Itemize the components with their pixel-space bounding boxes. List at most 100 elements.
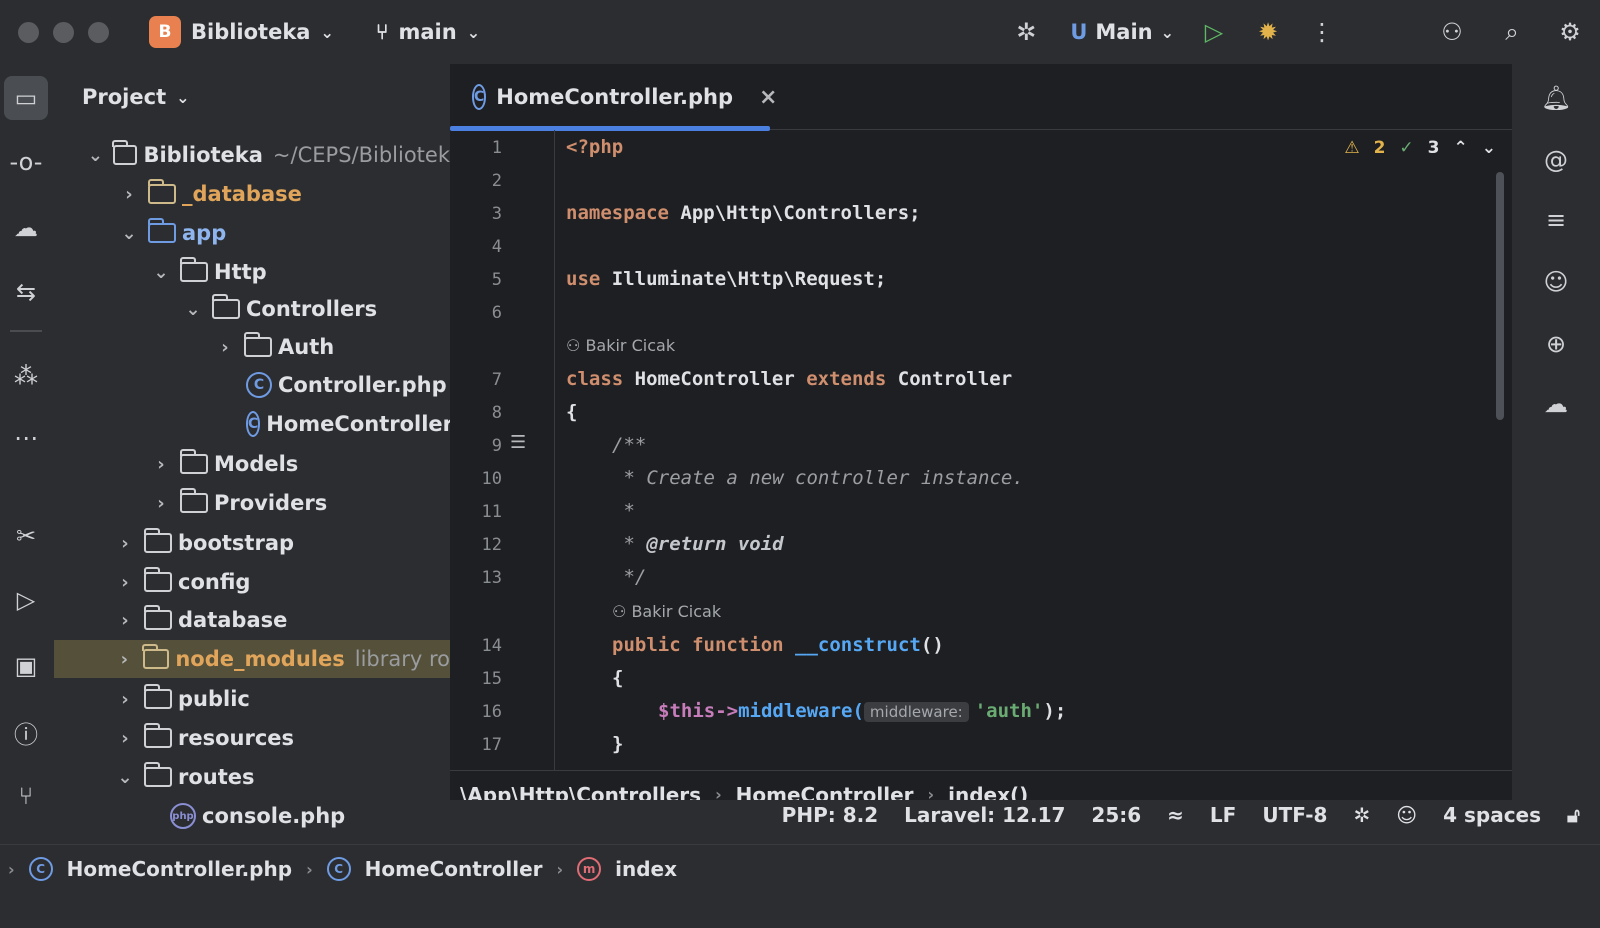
php-version[interactable]: PHP: 8.2 <box>782 803 878 827</box>
terminal-icon[interactable]: ▣ <box>4 644 48 688</box>
tree-item-resources[interactable]: › resources <box>54 719 450 757</box>
expanded-arrow-icon: ⌄ <box>121 222 137 244</box>
run-config-selector[interactable]: U Main ⌄ <box>1070 20 1174 44</box>
gear-icon[interactable]: ⚙ <box>1550 12 1590 52</box>
code-line: * @return void <box>612 533 784 555</box>
doc-comment-icon[interactable]: ☰ <box>510 432 526 453</box>
tree-item-label: routes <box>178 765 255 789</box>
collapsed-arrow-icon: › <box>157 453 165 475</box>
line-separator[interactable]: LF <box>1210 803 1236 827</box>
commit-icon[interactable]: -o- <box>4 140 48 184</box>
close-icon[interactable]: × <box>759 85 777 110</box>
tree-item-label: Http <box>214 260 267 284</box>
collapsed-arrow-icon: › <box>120 648 129 670</box>
build-tools-icon[interactable]: ✂ <box>4 514 48 558</box>
project-panel-header[interactable]: Project ⌄ <box>54 64 450 130</box>
close-window-button[interactable] <box>18 21 39 43</box>
status-class[interactable]: HomeController <box>365 857 543 881</box>
debug-config-icon[interactable]: ✲ <box>1006 12 1046 52</box>
more-options-icon[interactable]: ⋮ <box>1302 12 1342 52</box>
lock-icon[interactable]: 🔓︎ <box>1567 803 1580 827</box>
tree-item-auth[interactable]: › Auth <box>54 328 450 366</box>
tree-item-controllers[interactable]: ⌄ Controllers <box>54 290 450 328</box>
file-encoding[interactable]: UTF-8 <box>1262 803 1327 827</box>
copilot-icon[interactable]: ☺ <box>1396 803 1417 827</box>
code-author-hint[interactable]: ⚇ Bakir Cicak <box>566 336 675 355</box>
status-widgets: PHP: 8.2 Laravel: 12.17 25:6 ≈ LF UTF-8 … <box>782 803 1580 827</box>
tree-item-http[interactable]: ⌄ Http <box>54 253 450 291</box>
tree-item-database[interactable]: › database <box>54 601 450 639</box>
database-icon[interactable]: ≡ <box>1534 198 1578 242</box>
maximize-window-button[interactable] <box>88 21 109 43</box>
code-line: class HomeController extends Controller <box>566 368 1013 390</box>
editor-scrollbar[interactable] <box>1496 172 1504 420</box>
tree-item-models[interactable]: › Models <box>54 445 450 483</box>
folder-icon <box>143 528 172 553</box>
indent-setting[interactable]: 4 spaces <box>1443 803 1541 827</box>
project-switcher[interactable]: B Biblioteka ⌄ <box>149 16 334 48</box>
chevron-right-icon: › <box>8 859 15 879</box>
tree-item-label: bootstrap <box>178 531 295 555</box>
more-tools-icon[interactable]: ⋯ <box>4 416 48 460</box>
laravel-version[interactable]: Laravel: 12.17 <box>904 803 1065 827</box>
copilot-icon[interactable]: ☺ <box>1534 260 1578 304</box>
project-folder-icon[interactable]: ▭ <box>4 76 48 120</box>
chevron-down-icon: ⌄ <box>466 22 481 42</box>
notifications-icon[interactable]: 🔔︎ <box>1534 76 1578 120</box>
tree-item-app[interactable]: ⌄ app <box>54 214 450 252</box>
line-number: 17 <box>481 735 502 755</box>
tree-item-bootstrap[interactable]: › bootstrap <box>54 524 450 562</box>
tree-item-providers[interactable]: › Providers <box>54 484 450 522</box>
run-icon[interactable]: ▷ <box>1194 12 1234 52</box>
folder-icon <box>143 684 172 709</box>
ai-chat-icon[interactable]: @ <box>1534 138 1578 182</box>
tree-item-config[interactable]: › config <box>54 563 450 601</box>
tree-item-_database[interactable]: › _database <box>54 175 450 213</box>
tree-item-controller-php[interactable]: C Controller.php <box>54 366 450 404</box>
gutter-separator <box>554 130 555 770</box>
web-inspect-icon[interactable]: ⊕ <box>1534 322 1578 366</box>
folder-icon <box>243 332 272 357</box>
debug-icon[interactable]: ✲ <box>1353 803 1370 827</box>
structure-icon[interactable]: ⁂ <box>4 354 48 398</box>
add-user-icon[interactable]: ⚇ <box>1432 12 1472 52</box>
code-line: public function __construct() <box>612 634 944 656</box>
chevron-down-icon: ⌄ <box>1160 22 1174 42</box>
cursor-position[interactable]: 25:6 <box>1091 803 1141 827</box>
status-method[interactable]: index <box>615 857 677 881</box>
ai-assistant-icon[interactable]: ☁ <box>4 206 48 250</box>
services-icon[interactable]: ▷ <box>4 578 48 622</box>
tree-item-label: resources <box>178 726 295 750</box>
code-line: * Create a new controller instance. <box>612 467 1024 489</box>
collapsed-arrow-icon: › <box>125 183 133 205</box>
code-area[interactable]: <?php namespace App\Http\Controllers; us… <box>566 130 1492 770</box>
php-class-icon: C <box>246 372 272 398</box>
debug-icon[interactable]: ✹ <box>1248 12 1288 52</box>
status-file[interactable]: HomeController.php <box>67 857 292 881</box>
tree-item-public[interactable]: › public <box>54 680 450 718</box>
window-controls <box>18 21 109 43</box>
search-icon[interactable]: ⌕ <box>1492 12 1532 52</box>
tab-homecontroller[interactable]: C HomeController.php × <box>450 64 777 131</box>
code-line: namespace App\Http\Controllers; <box>566 202 921 224</box>
left-toolbar: ▭ -o- ☁ ⇆ ⁂ ⋯ ✂ ▷ ▣ ⓘ ⑂ <box>0 64 54 844</box>
tree-item-console-php[interactable]: php console.php <box>54 797 450 835</box>
ai-assistant-icon[interactable]: ☁ <box>1534 382 1578 426</box>
git-branch-icon: ⑂ <box>375 20 389 44</box>
tree-item-biblioteka[interactable]: ⌄ Biblioteka ~/CEPS/Bibliotek <box>54 136 450 174</box>
minimize-window-button[interactable] <box>53 21 74 43</box>
status-bar: › C HomeController.php › C HomeControlle… <box>0 803 1600 928</box>
code-author-hint[interactable]: ⚇ Bakir Cicak <box>612 602 721 621</box>
branch-switcher[interactable]: ⑂ main ⌄ <box>376 20 480 44</box>
line-number: 8 <box>491 403 502 423</box>
git-icon[interactable]: ⑂ <box>4 774 48 818</box>
collapsed-arrow-icon: › <box>157 492 165 514</box>
sync-icon[interactable]: ≈ <box>1167 803 1184 827</box>
problems-icon[interactable]: ⓘ <box>4 710 48 754</box>
pull-requests-icon[interactable]: ⇆ <box>4 270 48 314</box>
tree-item-homecontroller[interactable]: C HomeController <box>54 405 450 443</box>
line-number: 1 <box>491 138 502 158</box>
tree-item-routes[interactable]: ⌄ routes <box>54 758 450 796</box>
tree-item-node-modules[interactable]: › node_modules library ro <box>54 640 450 678</box>
tree-item-badge: library ro <box>354 647 450 671</box>
